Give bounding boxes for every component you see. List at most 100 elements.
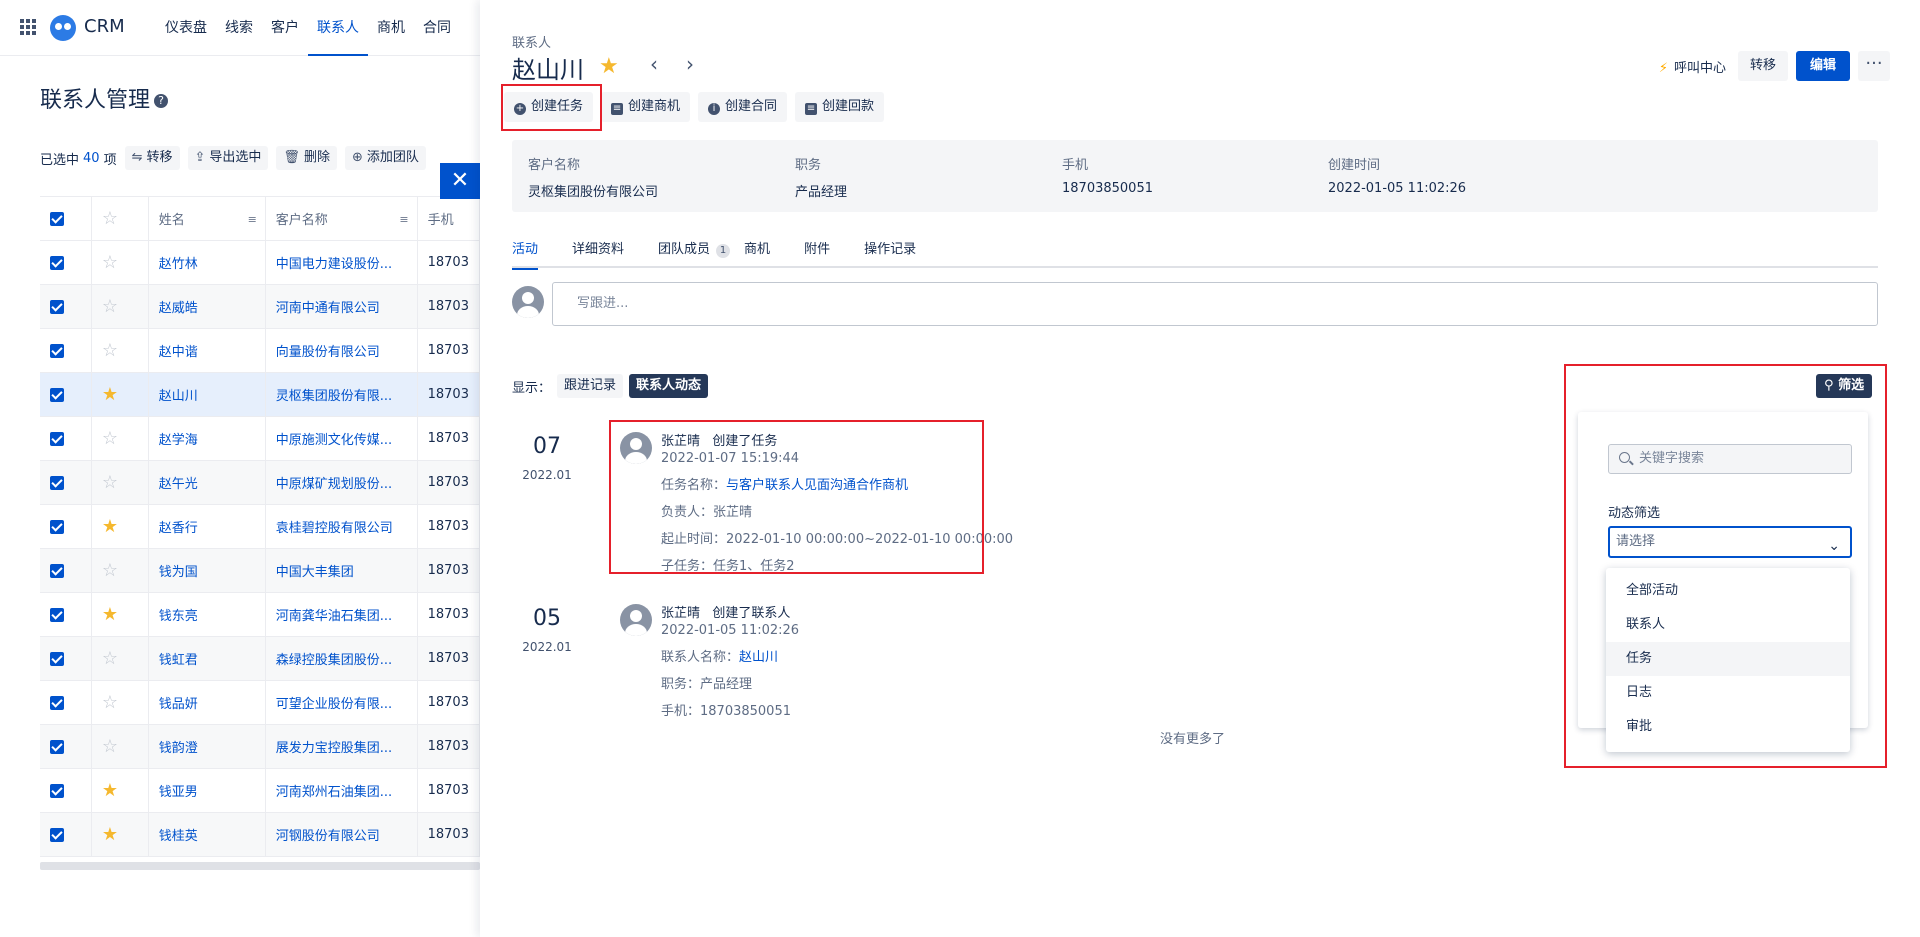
row-select-cell[interactable] [40,724,92,769]
table-row[interactable]: ☆ 赵威皓 河南中通有限公司 18703 [40,284,480,329]
table-row[interactable]: ☆ 赵学海 中原施测文化传媒... 18703 [40,416,480,461]
row-select-cell[interactable] [40,504,92,549]
row-company-cell[interactable]: 中国大丰集团 [265,548,418,593]
row-name-cell[interactable]: 钱东亮 [148,592,266,637]
row-name-cell[interactable]: 赵竹林 [148,240,266,285]
nav-item[interactable]: 合同 [414,0,460,56]
row-select-cell[interactable] [40,284,92,329]
row-star-cell[interactable]: ★ [91,592,149,637]
row-company-cell[interactable]: 河南郑州石油集团... [265,768,418,813]
contact-name-link[interactable]: 钱品妍 [159,697,198,712]
company-link[interactable]: 森绿控股集团股份... [276,653,392,668]
row-company-cell[interactable]: 袁桂碧控股有限公司 [265,504,418,549]
tab-item[interactable]: 操作记录 [864,238,916,268]
row-checkbox[interactable] [50,651,64,666]
row-name-cell[interactable]: 赵香行 [148,504,266,549]
row-checkbox[interactable] [50,299,64,314]
filter-option[interactable]: 全部活动 [1606,574,1850,608]
row-name-cell[interactable]: 钱亚男 [148,768,266,813]
contact-name-link[interactable]: 钱东亮 [159,609,198,624]
table-row[interactable]: ☆ 赵中谐 向量股份有限公司 18703 [40,328,480,373]
row-name-cell[interactable]: 赵威皓 [148,284,266,329]
contact-name-link[interactable]: 赵中谐 [159,345,198,360]
create-contract-button[interactable]: i 创建合同 [698,92,788,122]
next-arrow-icon[interactable]: › [686,52,694,76]
row-company-cell[interactable]: 可望企业股份有限... [265,680,418,725]
row-star-cell[interactable]: ★ [91,812,149,857]
contact-name-link[interactable]: 钱亚男 [159,785,198,800]
contact-name-link[interactable]: 赵竹林 [159,257,198,272]
table-row[interactable]: ☆ 钱虹君 森绿控股集团股份... 18703 [40,636,480,681]
star-icon[interactable]: ☆ [102,428,118,449]
contact-name-link[interactable]: 钱为国 [159,565,198,580]
favorite-star-icon[interactable]: ★ [599,54,619,79]
contact-name-link[interactable]: 钱韵澄 [159,741,198,756]
row-checkbox[interactable] [50,255,64,270]
tab-item[interactable]: 活动 [512,238,539,270]
filter-button[interactable]: ⚲ 筛选 [1816,374,1873,398]
row-company-cell[interactable]: 中国电力建设股份... [265,240,418,285]
nav-item[interactable]: 线索 [216,0,262,56]
company-link[interactable]: 河南龚华油石集团... [276,609,392,624]
star-icon[interactable]: ★ [102,780,118,801]
contact-name-link[interactable]: 赵香行 [159,521,198,536]
column-header-phone[interactable]: 手机 [417,196,480,241]
row-select-cell[interactable] [40,636,92,681]
column-header-company[interactable]: 客户名称 ≡ [265,196,418,241]
help-icon[interactable]: ? [154,94,169,108]
chip-contact-activity[interactable]: 联系人动态 [629,374,709,398]
select-all-cell[interactable] [40,196,92,241]
company-link[interactable]: 中原煤矿规划股份... [276,477,392,492]
row-star-cell[interactable]: ☆ [91,328,149,373]
column-header-name[interactable]: 姓名 ≡ [148,196,266,241]
nav-item[interactable]: 商机 [368,0,414,56]
filter-option[interactable]: 联系人 [1606,608,1850,642]
edit-button[interactable]: 编辑 [1795,51,1850,81]
star-icon[interactable]: ☆ [102,472,118,493]
company-link[interactable]: 河南中通有限公司 [276,301,380,316]
row-select-cell[interactable] [40,240,92,285]
star-icon[interactable]: ★ [102,824,118,845]
row-star-cell[interactable]: ☆ [91,284,149,329]
star-icon[interactable]: ☆ [102,296,118,317]
contact-name-link[interactable]: 钱桂英 [159,829,198,844]
nav-item[interactable]: 仪表盘 [156,0,216,56]
row-checkbox[interactable] [50,607,64,622]
table-row[interactable]: ☆ 赵竹林 中国电力建设股份... 18703 [40,240,480,285]
row-checkbox[interactable] [50,519,64,534]
table-row[interactable]: ★ 赵香行 袁桂碧控股有限公司 18703 [40,504,480,549]
row-name-cell[interactable]: 赵学海 [148,416,266,461]
company-link[interactable]: 河南郑州石油集团... [276,785,392,800]
tab-item[interactable]: 详细资料 [572,238,624,268]
row-name-cell[interactable]: 赵中谐 [148,328,266,373]
row-star-cell[interactable]: ☆ [91,240,149,285]
star-icon[interactable]: ☆ [102,340,118,361]
company-link[interactable]: 中原施测文化传媒... [276,433,392,448]
row-select-cell[interactable] [40,460,92,505]
row-company-cell[interactable]: 展发力宝控股集团... [265,724,418,769]
row-company-cell[interactable]: 向量股份有限公司 [265,328,418,373]
row-company-cell[interactable]: 河南龚华油石集团... [265,592,418,637]
app-grid-icon[interactable] [20,19,36,35]
table-row[interactable]: ★ 钱亚男 河南郑州石油集团... 18703 [40,768,480,813]
bulk-delete-button[interactable]: 🗑 删除 [276,146,337,170]
filter-option[interactable]: 任务 [1606,642,1850,676]
row-name-cell[interactable]: 钱为国 [148,548,266,593]
table-row[interactable]: ★ 钱桂英 河钢股份有限公司 18703 [40,812,480,857]
star-icon[interactable]: ★ [102,516,118,537]
bulk-add-team-button[interactable]: ⊕ 添加团队 [344,146,426,170]
row-star-cell[interactable]: ☆ [91,460,149,505]
row-select-cell[interactable] [40,372,92,417]
nav-item[interactable]: 客户 [262,0,308,56]
row-select-cell[interactable] [40,812,92,857]
row-name-cell[interactable]: 钱桂英 [148,812,266,857]
row-checkbox[interactable] [50,431,64,446]
row-checkbox[interactable] [50,695,64,710]
row-select-cell[interactable] [40,680,92,725]
row-name-cell[interactable]: 钱品妍 [148,680,266,725]
row-star-cell[interactable]: ☆ [91,724,149,769]
star-icon[interactable]: ☆ [102,736,118,757]
breadcrumb[interactable]: 联系人 [512,32,551,51]
company-link[interactable]: 可望企业股份有限... [276,697,392,712]
row-checkbox[interactable] [50,783,64,798]
